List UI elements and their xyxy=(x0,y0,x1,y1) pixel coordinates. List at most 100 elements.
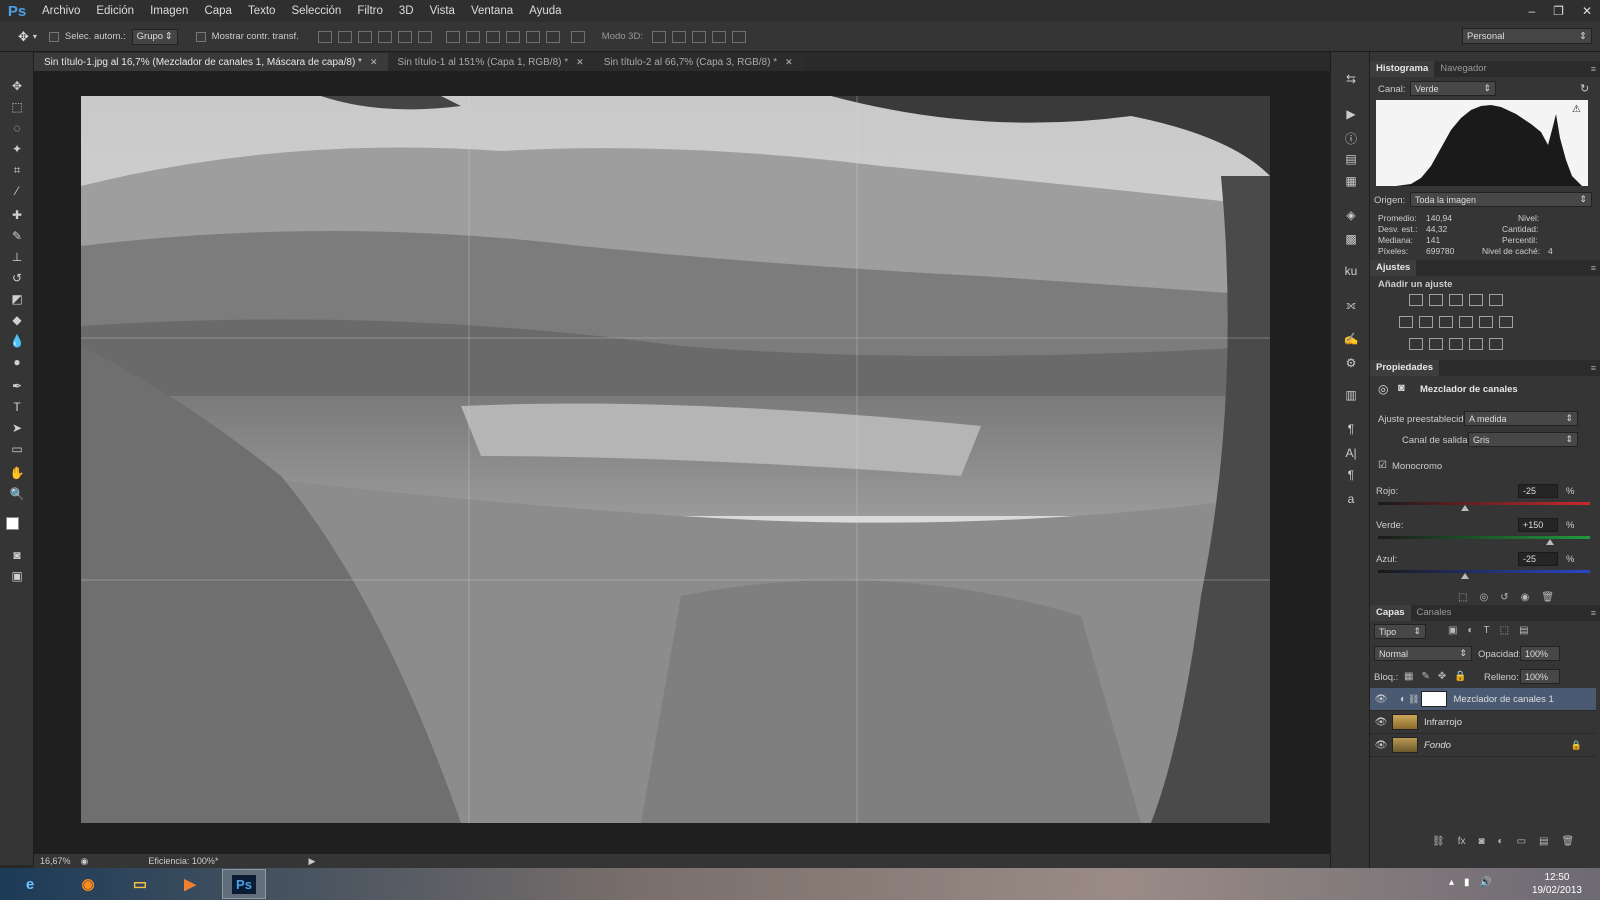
threshold-icon[interactable] xyxy=(1449,338,1463,350)
healing-brush-icon[interactable]: ✚ xyxy=(9,207,25,223)
quick-mask-icon[interactable]: ◙ xyxy=(9,547,25,563)
mask-icon[interactable]: ◙ xyxy=(1398,382,1405,394)
magic-wand-icon[interactable]: ✦ xyxy=(9,141,25,157)
align-right-icon[interactable] xyxy=(417,30,432,43)
menu-imagen[interactable]: Imagen xyxy=(142,5,196,17)
channel-mixer-icon[interactable] xyxy=(1479,316,1493,328)
layer-mask-thumbnail[interactable] xyxy=(1421,691,1448,707)
document-image[interactable] xyxy=(81,96,1270,823)
photoshop-taskbar-button[interactable]: Ps xyxy=(222,869,266,899)
green-slider-thumb[interactable] xyxy=(1546,539,1554,545)
tool-preset-arrow-icon[interactable]: ▾ xyxy=(33,32,37,41)
filter-smart-object-icon[interactable]: ▤ xyxy=(1519,625,1528,636)
align-hcenter-icon[interactable] xyxy=(397,30,412,43)
source-dropdown[interactable]: Toda la imagen ⇕ xyxy=(1410,192,1592,207)
document-tab-2[interactable]: Sin título-1 al 151% (Capa 1, RGB/8) * ✕ xyxy=(387,53,594,71)
color-balance-icon[interactable] xyxy=(1419,316,1433,328)
status-menu-arrow-icon[interactable]: ▶ xyxy=(308,856,315,867)
auto-align-icon[interactable] xyxy=(570,30,585,43)
status-info-icon[interactable]: ◉ xyxy=(81,856,89,867)
tab-close-icon[interactable]: ✕ xyxy=(785,57,793,68)
foreground-color-swatch[interactable] xyxy=(6,517,19,530)
panel-menu-icon[interactable]: ≡ xyxy=(1591,608,1596,618)
pen-tool-icon[interactable]: ✒ xyxy=(9,378,25,394)
clip-to-layer-icon[interactable]: ⬚ xyxy=(1458,592,1467,603)
photo-filter-icon[interactable] xyxy=(1459,316,1473,328)
green-value-input[interactable]: +150 xyxy=(1518,518,1558,532)
auto-select-dropdown[interactable]: Grupo ⇕ xyxy=(131,28,178,45)
blend-mode-dropdown[interactable]: Normal ⇕ xyxy=(1374,646,1472,661)
document-tab-1[interactable]: Sin título-1.jpg al 16,7% (Mezclador de … xyxy=(34,53,388,71)
info-panel-icon[interactable]: ⓘ xyxy=(1343,130,1359,146)
lasso-tool-icon[interactable]: ◌ xyxy=(9,120,25,136)
layer-row[interactable]: 👁 Infrarrojo xyxy=(1370,711,1596,734)
zoom-level[interactable]: 16,67% xyxy=(40,856,71,866)
dodge-tool-icon[interactable]: ● xyxy=(9,354,25,370)
layer-row[interactable]: 👁 Fondo 🔒 xyxy=(1370,734,1596,757)
blue-value-input[interactable]: -25 xyxy=(1518,552,1558,566)
hand-tool-icon[interactable]: ✋ xyxy=(9,465,25,481)
delete-adjustment-icon[interactable]: 🗑 xyxy=(1541,592,1554,603)
menu-archivo[interactable]: Archivo xyxy=(34,5,88,17)
distribute-bottom-icon[interactable] xyxy=(485,30,500,43)
screen-mode-icon[interactable]: ▣ xyxy=(9,568,25,584)
lock-transparency-icon[interactable]: ▦ xyxy=(1404,671,1413,682)
filter-pixel-icon[interactable]: ▣ xyxy=(1448,625,1457,636)
clone-stamp-icon[interactable]: ⊥ xyxy=(9,249,25,265)
align-top-icon[interactable] xyxy=(317,30,332,43)
paint-bucket-icon[interactable]: ◆ xyxy=(9,312,25,328)
eyedropper-icon[interactable]: ⁄ xyxy=(9,183,25,199)
menu-ayuda[interactable]: Ayuda xyxy=(521,5,569,17)
new-adjustment-icon[interactable]: ◐ xyxy=(1498,836,1504,847)
workspace-dropdown[interactable]: Personal ⇕ xyxy=(1462,28,1592,44)
align-left-icon[interactable] xyxy=(377,30,392,43)
layer-kind-filter[interactable]: Tipo ⇕ xyxy=(1374,624,1426,639)
new-layer-icon[interactable]: ▤ xyxy=(1539,836,1548,847)
network-icon[interactable]: ▮ xyxy=(1464,877,1470,888)
new-group-icon[interactable]: ▭ xyxy=(1517,836,1526,847)
color-lookup-icon[interactable] xyxy=(1499,316,1513,328)
menu-capa[interactable]: Capa xyxy=(196,5,240,17)
reset-icon[interactable]: ↺ xyxy=(1500,592,1508,603)
character-panel-icon[interactable]: A| xyxy=(1343,446,1359,462)
curves-icon[interactable] xyxy=(1449,294,1463,306)
tab-close-icon[interactable]: ✕ xyxy=(576,57,584,68)
align-bottom-icon[interactable] xyxy=(357,30,372,43)
auto-select-checkbox[interactable] xyxy=(48,31,59,42)
black-white-icon[interactable] xyxy=(1439,316,1453,328)
output-channel-dropdown[interactable]: Gris ⇕ xyxy=(1468,432,1578,447)
file-explorer-icon[interactable]: ▭ xyxy=(118,869,162,899)
rotate-3d-icon[interactable] xyxy=(651,30,666,43)
layer-comps-icon[interactable]: ▦ xyxy=(1343,174,1359,190)
link-icon[interactable]: ⛓ xyxy=(1408,694,1419,705)
tab-navigator[interactable]: Navegador xyxy=(1434,61,1492,77)
restore-button[interactable]: ❐ xyxy=(1553,4,1564,18)
start-ie-icon[interactable]: e xyxy=(8,869,52,899)
paragraph-styles-icon[interactable]: ¶ xyxy=(1343,468,1359,484)
tab-adjustments[interactable]: Ajustes xyxy=(1370,260,1417,276)
show-transform-checkbox[interactable] xyxy=(195,31,206,42)
red-value-input[interactable]: -25 xyxy=(1518,484,1558,498)
filter-shape-icon[interactable]: ⬚ xyxy=(1500,625,1509,636)
green-slider-track[interactable] xyxy=(1378,536,1590,539)
drag-3d-icon[interactable] xyxy=(691,30,706,43)
history-brush-icon[interactable]: ↺ xyxy=(9,270,25,286)
marquee-tool-icon[interactable]: ⬚ xyxy=(9,99,25,115)
brush-tool-icon[interactable]: ✎ xyxy=(9,228,25,244)
blur-tool-icon[interactable]: 💧 xyxy=(9,333,25,349)
crop-tool-icon[interactable]: ⌗ xyxy=(9,162,25,178)
3d-panel-icon[interactable]: ◈ xyxy=(1343,208,1359,224)
move-tool-icon[interactable]: ✥ xyxy=(18,29,29,45)
visibility-eye-icon[interactable]: 👁 xyxy=(1370,717,1392,728)
tab-properties[interactable]: Propiedades xyxy=(1370,360,1440,376)
warning-icon[interactable]: ⚠ xyxy=(1572,104,1581,115)
gradient-map-icon[interactable] xyxy=(1489,338,1503,350)
vibrance-icon[interactable] xyxy=(1489,294,1503,306)
document-tab-3[interactable]: Sin título-2 al 66,7% (Capa 3, RGB/8) * ✕ xyxy=(593,53,803,71)
layer-style-icon[interactable]: fx xyxy=(1458,836,1466,847)
visibility-eye-icon[interactable]: 👁 xyxy=(1370,694,1392,705)
preset-dropdown[interactable]: A medida ⇕ xyxy=(1464,411,1578,426)
actions-panel-icon[interactable]: ▶ xyxy=(1343,107,1359,123)
brightness-contrast-icon[interactable] xyxy=(1409,294,1423,306)
align-vcenter-icon[interactable] xyxy=(337,30,352,43)
